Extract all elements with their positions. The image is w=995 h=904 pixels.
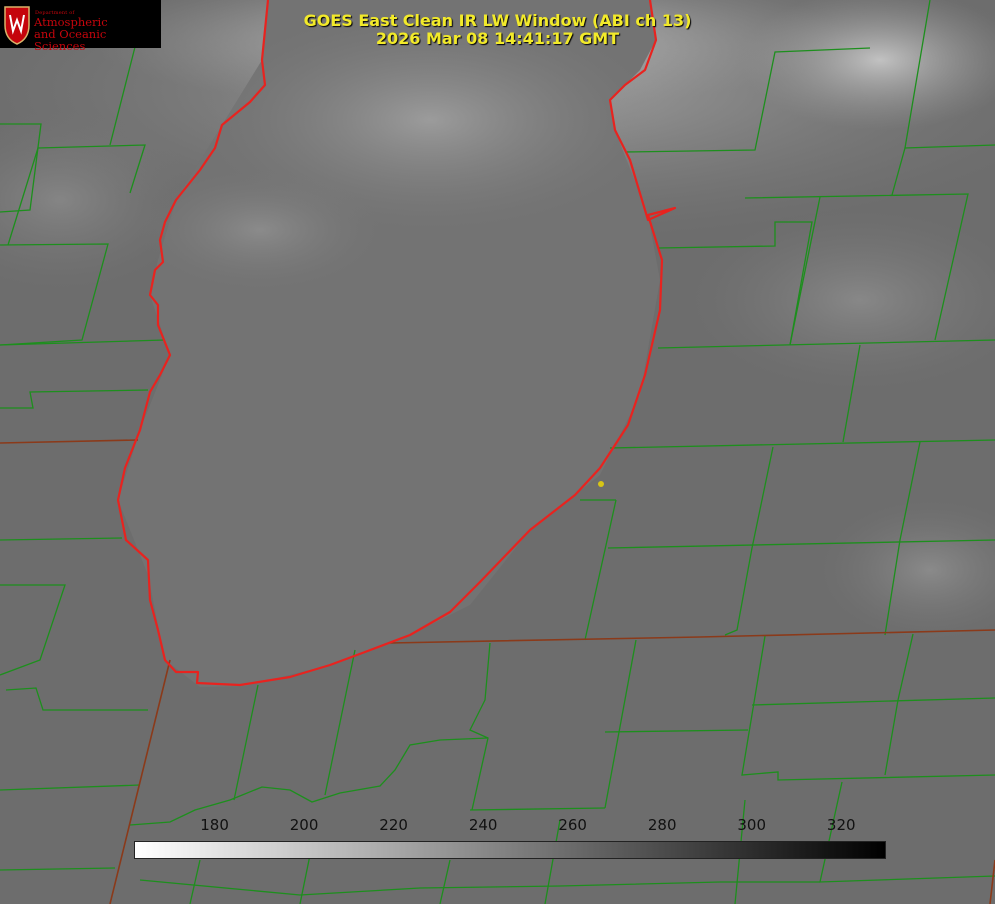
colorbar-tick-260: 260 — [558, 816, 587, 834]
colorbar-tick-300: 300 — [737, 816, 767, 834]
colorbar-tick-labels: 180 200 220 240 260 280 300 320 — [0, 814, 995, 844]
colorbar-tick-200: 200 — [289, 816, 319, 834]
colorbar-tick-240: 240 — [468, 816, 498, 834]
logo-line2: and Oceanic Sciences — [34, 27, 107, 53]
uw-crest-icon — [4, 6, 30, 45]
satellite-image-viewer: GOES East Clean IR LW Window (ABI ch 13)… — [0, 0, 995, 904]
image-timestamp: 2026 Mar 08 14:41:17 GMT — [375, 29, 620, 48]
brightness-temperature-colorbar — [134, 841, 886, 859]
colorbar-tick-320: 320 — [826, 816, 856, 834]
lake-cloud-west — [140, 170, 380, 290]
colorbar-tick-220: 220 — [379, 816, 408, 834]
aos-logo: Department of Atmospheric and Oceanic Sc… — [0, 0, 161, 52]
image-title: GOES East Clean IR LW Window (ABI ch 13) — [303, 11, 692, 30]
colorbar-tick-280: 280 — [647, 816, 677, 834]
location-dot-icon — [598, 481, 604, 487]
satellite-map — [0, 0, 995, 904]
colorbar-tick-180: 180 — [200, 816, 229, 834]
